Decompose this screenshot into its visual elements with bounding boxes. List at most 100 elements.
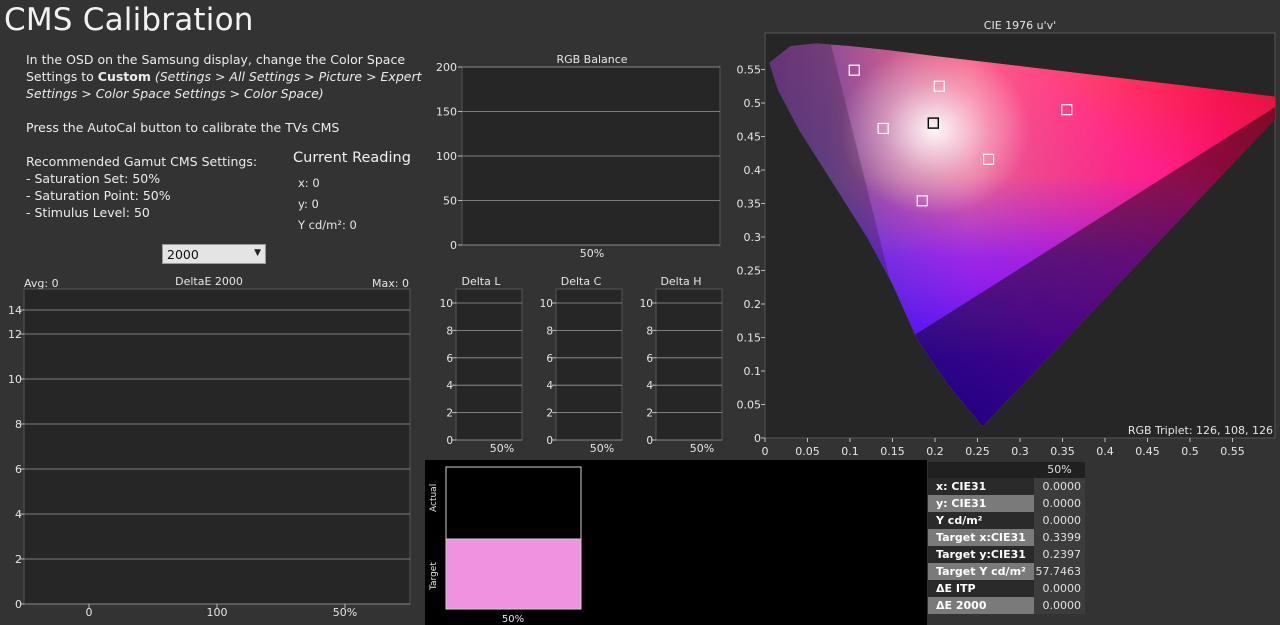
table-row-label: ΔE 2000 [928, 597, 1034, 614]
cie-title: CIE 1976 u'v' [984, 19, 1056, 32]
delta-plot-area [655, 288, 723, 441]
instruction-path-2: Settings > Color Space Settings > Color … [26, 86, 324, 101]
recommended-saturation-point: - Saturation Point: 50% [26, 188, 171, 203]
delta-chart-l: Delta L 0 2 4 6 8 10 50% [440, 275, 523, 455]
actual-swatch [445, 466, 582, 540]
delta-chart-title: Delta L [462, 275, 502, 288]
table-header-50: 50% [1047, 463, 1072, 476]
delta-y-tick-label: 6 [546, 353, 553, 365]
table-row: Y cd/m² 0.0000 [928, 512, 1085, 529]
deltae-x-label-0: 0 [86, 606, 93, 619]
cie-chart: CIE 1976 u'v' 0 0.05 0.1 0.15 0.2 0.25 0.3 0.35… [737, 19, 1276, 458]
delta-y-tick-label: 8 [646, 325, 653, 337]
rgb-y-tick-label: 100 [436, 150, 457, 163]
table-row-value: 0.0000 [1034, 580, 1085, 597]
autocal-instruction: Press the AutoCal button to calibrate th… [26, 120, 340, 135]
deltae-x-label-100: 100 [207, 606, 228, 619]
deltae-avg: Avg: 0 [24, 277, 59, 290]
table-row-label: Target x:CIE31 [928, 529, 1034, 546]
cie-y-tick-label: 0.55 [737, 64, 762, 77]
cie-x-tick-label: 0.1 [841, 445, 859, 458]
cie-y-tick-label: 0.3 [744, 231, 762, 244]
deltae-y-tick-label: 6 [15, 463, 22, 476]
instruction-line-1: In the OSD on the Samsung display, chang… [26, 52, 406, 67]
delta-y-tick-label: 8 [446, 325, 453, 337]
deltae-formula-dropdown[interactable]: 2000 ▼ [162, 244, 266, 264]
delta-y-tick-label: 10 [640, 298, 653, 310]
rgb-triplet: RGB Triplet: 126, 108, 126 [1128, 424, 1273, 437]
rgb-y-tick-label: 50 [443, 195, 457, 208]
table-row-label: ΔE ITP [928, 580, 1034, 597]
deltae-x-label-50: 50% [333, 606, 357, 619]
table-row-label: Target Y cd/m² [928, 563, 1034, 580]
table-row-value: 0.0000 [1034, 597, 1085, 614]
deltae-y-tick-label: 2 [15, 553, 22, 566]
table-row: ΔE 2000 0.0000 [928, 597, 1085, 614]
cie-y-tick-label: 0.15 [737, 332, 762, 345]
instructions: In the OSD on the Samsung display, chang… [26, 51, 422, 221]
cie-x-tick-label: 0.55 [1220, 445, 1245, 458]
delta-y-tick-label: 0 [646, 435, 653, 447]
delta-x-label: 50% [690, 442, 714, 455]
instruction-path-1: (Settings > All Settings > Picture > Exp… [150, 69, 422, 84]
cie-x-tick-label: 0.15 [880, 445, 905, 458]
table-row-label: Target y:CIE31 [928, 546, 1034, 563]
delta-y-tick-label: 8 [546, 325, 553, 337]
delta-y-tick-label: 0 [446, 435, 453, 447]
delta-y-tick-label: 4 [546, 380, 553, 392]
table-row: Target x:CIE31 0.3399 [928, 529, 1085, 546]
cie-y-tick-label: 0.35 [737, 198, 762, 211]
chevron-down-icon: ▼ [254, 248, 261, 258]
table-row: ΔE ITP 0.0000 [928, 580, 1085, 597]
deltae-y-tick-label: 14 [8, 304, 22, 317]
cie-y-tick-label: 0.05 [737, 399, 762, 412]
delta-y-tick-label: 2 [446, 408, 453, 420]
instruction-custom: Custom [97, 69, 151, 84]
current-reading-x: x: 0 [298, 176, 320, 190]
delta-x-label: 50% [590, 442, 614, 455]
deltae-y-tick-label: 0 [15, 598, 22, 611]
cie-x-tick-label: 0.5 [1181, 445, 1199, 458]
table-row-value: 0.0000 [1034, 512, 1085, 529]
recommended-stimulus-level: - Stimulus Level: 50 [26, 205, 150, 220]
delta-y-tick-label: 2 [546, 408, 553, 420]
delta-y-tick-label: 2 [646, 408, 653, 420]
page-title: CMS Calibration [4, 2, 254, 38]
rgb-balance-x-label: 50% [580, 247, 604, 260]
cie-y-tick-label: 0.4 [744, 164, 762, 177]
table-row-label: y: CIE31 [928, 495, 1034, 512]
deltae-y-tick-label: 12 [8, 328, 22, 341]
rgb-y-tick-label: 150 [436, 106, 457, 119]
dropdown-value: 2000 [167, 247, 199, 262]
delta-plot-area [555, 288, 623, 441]
rgb-balance-chart: RGB Balance 0 50 100 150 200 50% [436, 53, 721, 260]
delta-x-label: 50% [490, 442, 514, 455]
cie-y-tick-label: 0.1 [744, 365, 762, 378]
rgb-balance-title: RGB Balance [556, 53, 627, 66]
deltae-max: Max: 0 [372, 277, 409, 290]
table-row-label: Y cd/m² [928, 512, 1034, 529]
table-row-value: 57.7463 [1034, 563, 1085, 580]
table-row-label: x: CIE31 [928, 478, 1034, 495]
cie-x-tick-label: 0.35 [1050, 445, 1075, 458]
delta-plot-area [455, 288, 523, 441]
table-row: x: CIE31 0.0000 [928, 478, 1085, 495]
target-swatch [445, 538, 582, 610]
table-header: 50% [928, 462, 1085, 478]
target-label: Target [429, 562, 439, 591]
deltae-plot-area [23, 288, 411, 605]
table-row-value: 0.0000 [1034, 495, 1085, 512]
table-row-value: 0.2397 [1034, 546, 1085, 563]
cie-x-tick-label: 0.2 [926, 445, 944, 458]
cie-y-tick-label: 0.5 [744, 97, 762, 110]
cie-x-tick-label: 0.25 [965, 445, 990, 458]
current-reading-title: Current Reading [293, 150, 411, 166]
cie-x-tick-label: 0.3 [1011, 445, 1029, 458]
current-reading-luminance: Y cd/m²: 0 [298, 218, 357, 232]
table-row-value: 0.3399 [1034, 529, 1085, 546]
table-row-value: 0.0000 [1034, 478, 1085, 495]
cie-y-tick-label: 0 [754, 432, 761, 445]
delta-y-tick-label: 6 [446, 353, 453, 365]
cie-y-tick-label: 0.2 [744, 298, 762, 311]
cie-y-tick-label: 0.25 [737, 265, 762, 278]
